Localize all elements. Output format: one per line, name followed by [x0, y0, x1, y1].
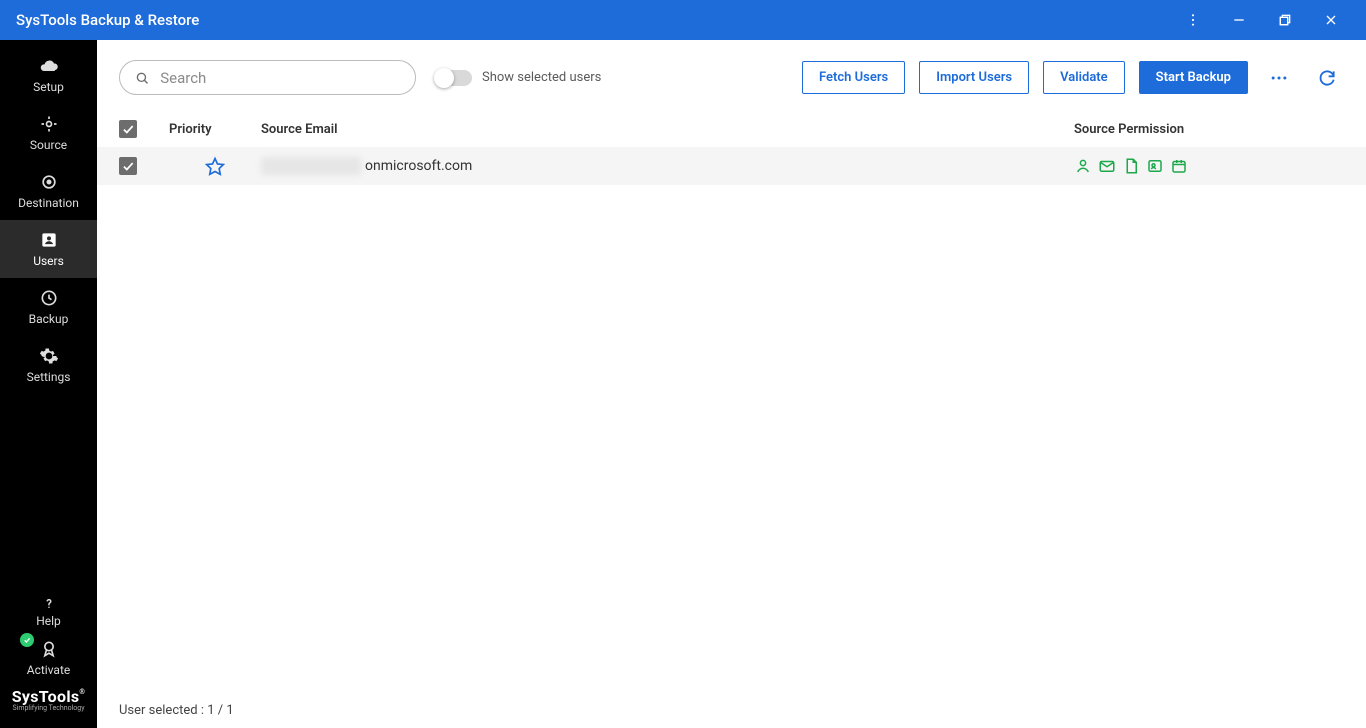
import-users-button[interactable]: Import Users — [919, 61, 1029, 94]
source-icon — [39, 114, 59, 134]
sidebar-item-users[interactable]: Users — [0, 220, 97, 278]
main-content: Show selected users Fetch Users Import U… — [97, 40, 1366, 728]
minimize-button[interactable] — [1216, 0, 1262, 40]
sidebar-item-label: Help — [36, 614, 61, 628]
horizontal-dots-icon — [1269, 68, 1289, 88]
users-icon — [39, 230, 59, 250]
sidebar-item-label: Destination — [18, 196, 79, 210]
check-icon — [23, 636, 31, 644]
toggle-label: Show selected users — [482, 70, 601, 85]
table-header: Priority Source Email Source Permission — [97, 111, 1366, 147]
status-bar: User selected : 1 / 1 — [119, 703, 234, 718]
fetch-users-button[interactable]: Fetch Users — [802, 61, 905, 94]
show-selected-toggle-group: Show selected users — [436, 70, 601, 86]
close-button[interactable] — [1308, 0, 1354, 40]
validate-button[interactable]: Validate — [1043, 61, 1125, 94]
sidebar-item-settings[interactable]: Settings — [0, 336, 97, 394]
cloud-icon — [39, 56, 59, 76]
column-header-source-email[interactable]: Source Email — [261, 122, 1074, 137]
search-box[interactable] — [119, 60, 416, 95]
sidebar-item-label: Users — [33, 254, 64, 268]
help-icon — [42, 596, 56, 610]
mail-icon — [1098, 157, 1116, 175]
toolbar: Show selected users Fetch Users Import U… — [97, 40, 1366, 111]
sidebar-item-source[interactable]: Source — [0, 104, 97, 162]
refresh-button[interactable] — [1310, 61, 1344, 95]
sidebar-item-label: Source — [30, 138, 67, 152]
show-selected-toggle[interactable] — [436, 70, 472, 86]
history-icon — [39, 288, 59, 308]
search-input[interactable] — [160, 69, 401, 87]
minimize-icon — [1231, 12, 1247, 28]
target-icon — [39, 172, 59, 192]
document-icon — [1122, 157, 1140, 175]
start-backup-button[interactable]: Start Backup — [1139, 61, 1248, 94]
sidebar-item-label: Activate — [27, 663, 71, 677]
close-icon — [1323, 12, 1339, 28]
more-options-button[interactable] — [1262, 61, 1296, 95]
check-icon — [121, 122, 135, 136]
calendar-icon — [1170, 157, 1188, 175]
priority-star[interactable] — [169, 156, 261, 176]
sidebar-item-label: Settings — [27, 370, 71, 384]
sidebar: Setup Source Destination Users Backup Se… — [0, 40, 97, 728]
sidebar-item-label: Backup — [29, 312, 69, 326]
source-email-cell: onmicrosoft.com — [261, 157, 1074, 175]
titlebar-menu-button[interactable] — [1170, 0, 1216, 40]
star-outline-icon — [205, 156, 225, 176]
sidebar-item-label: Setup — [33, 80, 64, 94]
refresh-icon — [1317, 68, 1337, 88]
activation-status-indicator — [20, 633, 34, 647]
redacted-text — [261, 157, 361, 175]
search-icon — [134, 69, 150, 87]
brand-logo: SysTools® Simplifying Technology — [0, 681, 97, 722]
user-icon — [1074, 157, 1092, 175]
column-header-source-permission[interactable]: Source Permission — [1074, 122, 1344, 137]
contact-card-icon — [1146, 157, 1164, 175]
titlebar: SysTools Backup & Restore — [0, 0, 1366, 40]
column-header-priority[interactable]: Priority — [169, 122, 261, 137]
sidebar-item-destination[interactable]: Destination — [0, 162, 97, 220]
sidebar-item-backup[interactable]: Backup — [0, 278, 97, 336]
vertical-dots-icon — [1185, 12, 1201, 28]
row-checkbox[interactable] — [119, 157, 137, 175]
table-row[interactable]: onmicrosoft.com — [97, 147, 1366, 185]
badge-icon — [39, 639, 59, 659]
email-suffix: onmicrosoft.com — [365, 158, 472, 174]
check-icon — [121, 159, 135, 173]
source-permission-cell — [1074, 157, 1344, 175]
sidebar-item-setup[interactable]: Setup — [0, 46, 97, 104]
maximize-button[interactable] — [1262, 0, 1308, 40]
sidebar-item-help[interactable]: Help — [0, 589, 97, 635]
window-title: SysTools Backup & Restore — [16, 11, 199, 29]
select-all-checkbox[interactable] — [119, 120, 137, 138]
brand-name: SysTools — [12, 687, 80, 706]
sidebar-item-activate[interactable]: Activate — [0, 635, 97, 681]
gear-icon — [39, 346, 59, 366]
maximize-icon — [1277, 12, 1293, 28]
toggle-knob — [434, 68, 454, 88]
